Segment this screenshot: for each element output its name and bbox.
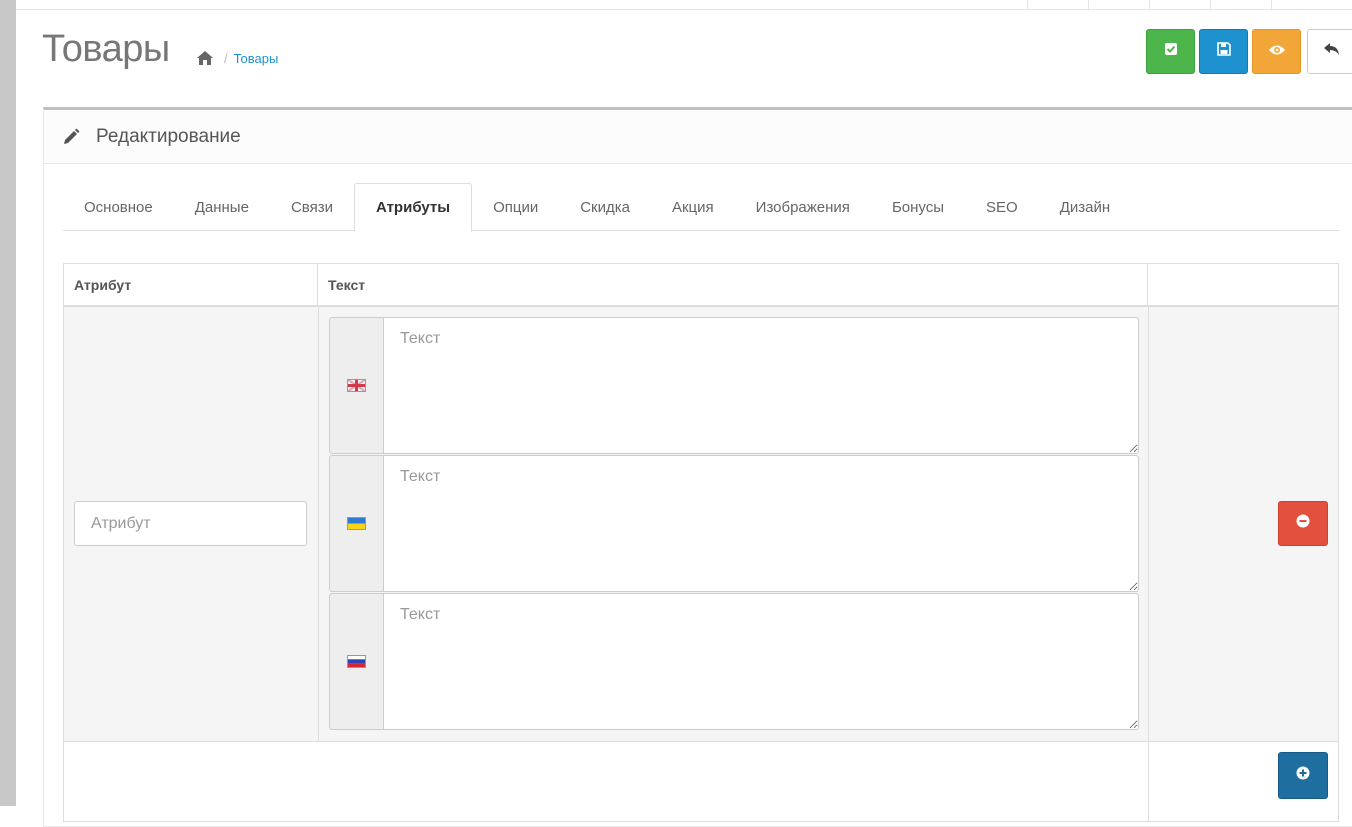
column-divider bbox=[318, 307, 319, 741]
save-button[interactable] bbox=[1199, 29, 1248, 74]
ua-flag-icon bbox=[347, 517, 366, 530]
language-addon bbox=[329, 317, 383, 454]
plus-circle-icon bbox=[1296, 766, 1310, 785]
edit-panel: Редактирование Основное Данные Связи Атр… bbox=[43, 107, 1352, 827]
page-title: Товары bbox=[42, 28, 170, 70]
reply-icon bbox=[1323, 41, 1341, 62]
navbar-divider bbox=[1149, 0, 1150, 10]
tab-reward-points[interactable]: Бонусы bbox=[871, 183, 965, 231]
tab-special[interactable]: Акция bbox=[651, 183, 735, 231]
pencil-icon bbox=[62, 128, 80, 146]
left-sidebar-strip bbox=[0, 0, 16, 806]
language-addon bbox=[329, 593, 383, 730]
column-header-text: Текст bbox=[318, 264, 1148, 305]
tab-images[interactable]: Изображения bbox=[735, 183, 871, 231]
navbar-divider bbox=[1088, 0, 1089, 10]
attribute-text-en[interactable] bbox=[383, 317, 1139, 454]
language-addon bbox=[329, 455, 383, 592]
column-header-attribute: Атрибут bbox=[64, 264, 318, 305]
table-row bbox=[63, 307, 1339, 742]
back-button[interactable] bbox=[1307, 29, 1352, 74]
attribute-name-input[interactable] bbox=[74, 501, 307, 546]
table-footer-row bbox=[63, 742, 1339, 822]
top-navbar bbox=[16, 0, 1352, 10]
attribute-text-group-ru bbox=[329, 593, 1139, 730]
navbar-divider bbox=[1027, 0, 1028, 10]
column-header-actions bbox=[1148, 264, 1338, 305]
tab-data[interactable]: Данные bbox=[174, 183, 270, 231]
breadcrumb-separator: / bbox=[224, 50, 228, 66]
panel-title: Редактирование bbox=[96, 125, 241, 147]
check-square-icon bbox=[1164, 42, 1178, 61]
eye-icon bbox=[1268, 43, 1286, 61]
tab-general[interactable]: Основное bbox=[63, 183, 174, 231]
navbar-divider bbox=[1210, 0, 1211, 10]
breadcrumb-link-products[interactable]: Товары bbox=[234, 51, 279, 66]
breadcrumb: / Товары bbox=[196, 50, 278, 66]
tab-design[interactable]: Дизайн bbox=[1039, 183, 1131, 231]
column-divider bbox=[1148, 307, 1149, 741]
home-icon[interactable] bbox=[196, 50, 214, 66]
attribute-table-header: Атрибут Текст bbox=[63, 263, 1339, 307]
attribute-text-group-ua bbox=[329, 455, 1139, 592]
gb-flag-icon bbox=[346, 378, 367, 393]
ru-flag-icon bbox=[347, 655, 366, 668]
add-attribute-button[interactable] bbox=[1278, 752, 1328, 799]
navbar-divider bbox=[1271, 0, 1272, 10]
preview-button[interactable] bbox=[1252, 29, 1301, 74]
attribute-text-ua[interactable] bbox=[383, 455, 1139, 592]
save-and-stay-button[interactable] bbox=[1146, 29, 1195, 74]
minus-circle-icon bbox=[1296, 514, 1310, 533]
attribute-text-group-en bbox=[329, 317, 1139, 454]
tab-attributes[interactable]: Атрибуты bbox=[353, 183, 473, 232]
panel-heading: Редактирование bbox=[44, 110, 1352, 164]
tab-seo[interactable]: SEO bbox=[965, 183, 1039, 231]
attribute-text-ru[interactable] bbox=[383, 593, 1139, 730]
column-divider bbox=[1148, 742, 1149, 822]
tab-discount[interactable]: Скидка bbox=[559, 183, 651, 231]
save-icon bbox=[1216, 42, 1231, 61]
tab-links[interactable]: Связи bbox=[270, 183, 354, 231]
tab-bar: Основное Данные Связи Атрибуты Опции Ски… bbox=[63, 183, 1339, 232]
remove-attribute-button[interactable] bbox=[1278, 501, 1328, 546]
tab-options[interactable]: Опции bbox=[472, 183, 559, 231]
